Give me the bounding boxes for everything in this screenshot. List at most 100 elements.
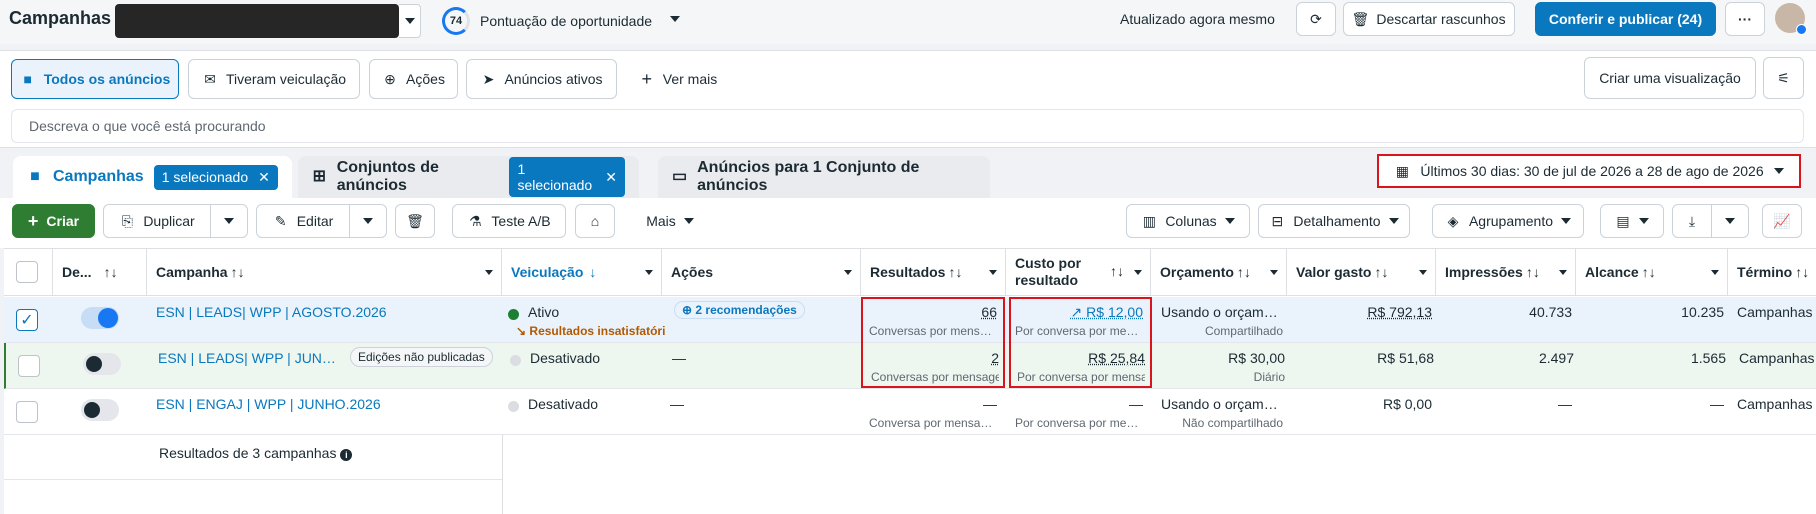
recommendations-badge[interactable]: ⊕ 2 recomendações bbox=[674, 301, 805, 319]
adsets-selected-pill[interactable]: 1 selecionado ✕ bbox=[509, 157, 625, 197]
export-dropdown[interactable] bbox=[1711, 204, 1749, 238]
column-budget[interactable]: Orçamento ↑↓ bbox=[1151, 249, 1287, 296]
search-input[interactable]: Descreva o que você está procurando bbox=[11, 109, 1804, 143]
select-all-checkbox[interactable] bbox=[16, 261, 38, 283]
create-button[interactable]: + Criar bbox=[12, 204, 95, 238]
column-cost-per-result[interactable]: Custo por resultado ↑↓ bbox=[1006, 249, 1151, 296]
tab-ads[interactable]: ▭ Anúncios para 1 Conjunto de anúncios bbox=[658, 156, 990, 198]
delete-button[interactable]: 🗑 bbox=[395, 204, 435, 238]
column-campaign[interactable]: Campanha ↑↓ bbox=[147, 249, 502, 296]
filter-all-ads[interactable]: ■ Todos os anúncios bbox=[11, 59, 179, 99]
tab-campaigns[interactable]: ■ Campanhas 1 selecionado ✕ bbox=[13, 156, 292, 198]
discard-drafts-button[interactable]: 🗑 Descartar rascunhos bbox=[1343, 2, 1515, 36]
budget-value[interactable]: Usando o orçamento do conjunto de anúnci… bbox=[1161, 396, 1283, 412]
account-dropdown-toggle[interactable] bbox=[399, 4, 421, 38]
end-value: Campanhas bbox=[1739, 350, 1816, 366]
view-settings-button[interactable]: ⚟ bbox=[1763, 57, 1804, 99]
chevron-down-icon[interactable] bbox=[1270, 270, 1278, 275]
sort-icon[interactable]: ↑↓ bbox=[948, 264, 962, 280]
sort-icon[interactable]: ↑↓ bbox=[231, 264, 245, 280]
unpublished-edits-badge[interactable]: Edições não publicadas bbox=[350, 347, 493, 367]
charts-button[interactable]: 📈 bbox=[1762, 204, 1802, 238]
duplicate-dropdown[interactable] bbox=[210, 204, 248, 238]
row-checkbox[interactable]: ✓ bbox=[16, 309, 38, 331]
chevron-down-icon[interactable] bbox=[1559, 270, 1567, 275]
column-amount-spent[interactable]: Valor gasto ↑↓ bbox=[1287, 249, 1436, 296]
chevron-down-icon[interactable] bbox=[1419, 270, 1427, 275]
sort-icon[interactable]: ↑↓ bbox=[104, 264, 118, 280]
duplicate-button[interactable]: ⎘ Duplicar bbox=[103, 204, 211, 238]
row-checkbox[interactable] bbox=[16, 401, 38, 423]
close-icon[interactable]: ✕ bbox=[605, 169, 617, 186]
amount-spent-value[interactable]: R$ 792,13 bbox=[1291, 304, 1432, 320]
campaign-name-link[interactable]: ESN | LEADS| WPP | JUNHO.2026 bbox=[158, 350, 346, 366]
tag-button[interactable]: ⌂ bbox=[575, 204, 615, 238]
budget-value[interactable]: Usando o orçamento do conjunto de anúnci… bbox=[1161, 304, 1283, 320]
chevron-down-icon[interactable] bbox=[485, 270, 493, 275]
see-more-filters[interactable]: + Ver mais bbox=[630, 59, 726, 99]
status-warning[interactable]: ↘ Resultados insatisfatórios bbox=[516, 324, 666, 338]
sort-icon[interactable]: ↑↓ bbox=[1110, 263, 1124, 280]
sort-icon[interactable]: ↑↓ bbox=[1795, 264, 1809, 280]
filter-active-ads[interactable]: ➤ Anúncios ativos bbox=[466, 59, 617, 99]
more-options-button[interactable]: ··· bbox=[1725, 2, 1765, 36]
opportunity-score-label[interactable]: Pontuação de oportunidade bbox=[480, 13, 652, 29]
row-checkbox[interactable] bbox=[18, 355, 40, 377]
campaign-name-link[interactable]: ESN | LEADS| WPP | AGOSTO.2026 bbox=[156, 304, 486, 320]
reports-button[interactable]: ▤ bbox=[1600, 204, 1664, 238]
sort-icon[interactable]: ↑↓ bbox=[1237, 264, 1251, 280]
edit-button[interactable]: ✎ Editar bbox=[256, 204, 350, 238]
cost-per-result-value: — bbox=[1010, 396, 1143, 412]
column-divider bbox=[502, 435, 503, 514]
breakdown-button[interactable]: ⊟ Detalhamento bbox=[1258, 204, 1410, 238]
download-icon: ⤓ bbox=[1684, 213, 1700, 229]
reach-value: 1.565 bbox=[1582, 350, 1726, 366]
filter-actions[interactable]: ⊕ Ações bbox=[369, 59, 458, 99]
chevron-down-icon[interactable] bbox=[989, 270, 997, 275]
campaigns-selected-pill[interactable]: 1 selecionado ✕ bbox=[154, 165, 278, 190]
date-range-picker[interactable]: ▦ Últimos 30 dias: 30 de jul de 2026 a 2… bbox=[1377, 154, 1801, 188]
table-row[interactable]: ESN | ENGAJ | WPP | JUNHO.2026 Desativad… bbox=[4, 389, 1816, 435]
more-actions-button[interactable]: Mais bbox=[630, 204, 710, 238]
highlight-cost-box bbox=[1009, 297, 1152, 388]
grouping-button[interactable]: ◈ Agrupamento bbox=[1432, 204, 1584, 238]
chevron-down-icon[interactable] bbox=[670, 16, 680, 22]
chevron-down-icon bbox=[224, 218, 234, 224]
inbox-icon: ✉ bbox=[202, 71, 218, 87]
results-summary: Resultados de 3 campanhas i bbox=[159, 445, 352, 461]
refresh-button[interactable]: ⟳ bbox=[1296, 2, 1336, 36]
delivery-toggle[interactable] bbox=[81, 399, 119, 421]
column-reach[interactable]: Alcance ↑↓ bbox=[1576, 249, 1728, 296]
column-actions[interactable]: Ações bbox=[662, 249, 861, 296]
column-results[interactable]: Resultados ↑↓ bbox=[861, 249, 1006, 296]
campaign-name-link[interactable]: ESN | ENGAJ | WPP | JUNHO.2026 bbox=[156, 396, 486, 412]
opportunity-score-ring[interactable]: 74 bbox=[442, 7, 470, 35]
filter-had-delivery[interactable]: ✉ Tiveram veiculação bbox=[188, 59, 360, 99]
sort-icon[interactable]: ↑↓ bbox=[1374, 264, 1388, 280]
close-icon[interactable]: ✕ bbox=[258, 169, 270, 186]
account-selector-redacted[interactable] bbox=[115, 4, 399, 38]
trend-down-icon: ↘ bbox=[516, 324, 526, 338]
column-impressions[interactable]: Impressões ↑↓ bbox=[1436, 249, 1576, 296]
sort-icon[interactable]: ↑↓ bbox=[1642, 264, 1656, 280]
budget-value[interactable]: R$ 30,00 bbox=[1163, 350, 1285, 366]
delivery-toggle[interactable] bbox=[81, 307, 119, 329]
chevron-down-icon[interactable] bbox=[645, 270, 653, 275]
edit-dropdown[interactable] bbox=[349, 204, 387, 238]
sort-icon[interactable]: ↑↓ bbox=[1526, 264, 1540, 280]
column-end[interactable]: Término ↑↓ bbox=[1728, 249, 1816, 296]
info-icon[interactable]: i bbox=[340, 449, 352, 461]
tab-adsets[interactable]: ⊞ Conjuntos de anúncios 1 selecionado ✕ bbox=[298, 156, 639, 198]
column-delivery-toggle[interactable]: De... ↑↓ bbox=[53, 249, 147, 296]
export-button[interactable]: ⤓ bbox=[1672, 204, 1712, 238]
ab-test-button[interactable]: ⚗ Teste A/B bbox=[452, 204, 566, 238]
sort-descending-icon[interactable]: ↓ bbox=[589, 264, 596, 280]
column-delivery[interactable]: Veiculação ↓ bbox=[502, 249, 662, 296]
columns-button[interactable]: ▥ Colunas bbox=[1126, 204, 1250, 238]
chevron-down-icon[interactable] bbox=[844, 270, 852, 275]
chevron-down-icon[interactable] bbox=[1711, 270, 1719, 275]
delivery-toggle[interactable] bbox=[83, 353, 121, 375]
chevron-down-icon[interactable] bbox=[1134, 270, 1142, 275]
create-view-button[interactable]: Criar uma visualização bbox=[1584, 57, 1756, 99]
review-publish-button[interactable]: Conferir e publicar (24) bbox=[1535, 2, 1716, 36]
